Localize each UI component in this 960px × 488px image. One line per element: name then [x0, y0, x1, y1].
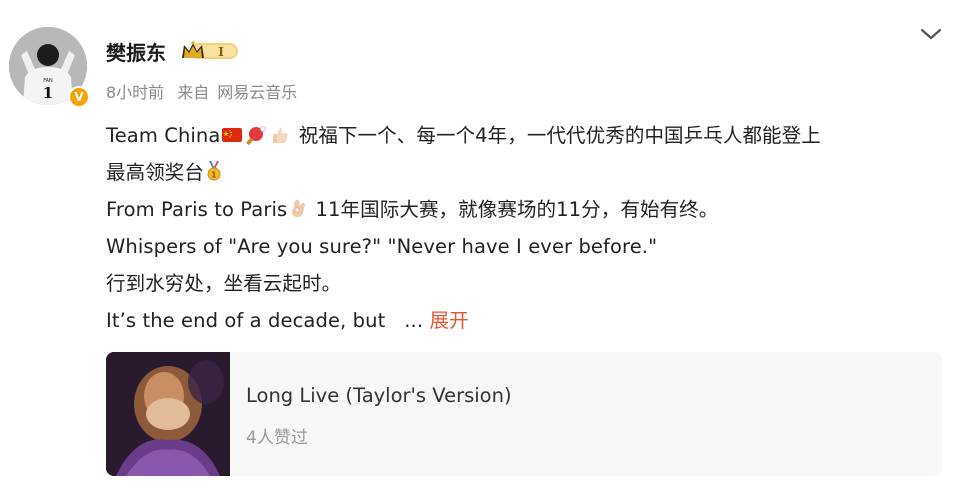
text-podium: 最高领奖台 — [106, 161, 205, 184]
post-time[interactable]: 8小时前 — [106, 83, 164, 102]
music-card[interactable]: Long Live (Taylor's Version) 4人赞过 — [106, 352, 942, 476]
song-likes: 4人赞过 — [246, 428, 308, 448]
post-text: Team China 祝福下一个、每一个4年，一代代优秀的中国乒乓人都能登上 最… — [106, 117, 942, 339]
text-line-2: 最高领奖台 1 — [106, 154, 942, 191]
text-line-1: Team China 祝福下一个、每一个4年，一代代优秀的中国乒乓人都能登上 — [106, 117, 942, 154]
post-meta: 8小时前 来自 网易云音乐 — [106, 79, 297, 103]
text-eleven-years: 11年国际大赛，就像赛场的11分，有始有终。 — [309, 198, 719, 221]
flag-china-icon — [222, 128, 243, 142]
svg-text:I: I — [218, 45, 224, 59]
ping-pong-icon — [246, 126, 267, 145]
svg-text:1: 1 — [43, 84, 53, 102]
verified-v-icon: V — [68, 86, 90, 108]
ok-hand-icon — [292, 199, 306, 218]
source-name[interactable]: 网易云音乐 — [217, 83, 297, 102]
thumbs-up-icon — [273, 127, 289, 143]
text-blessing: 祝福下一个、每一个4年，一代代优秀的中国乒乓人都能登上 — [292, 124, 821, 147]
chevron-down-icon[interactable] — [917, 24, 945, 44]
text-ellipsis: ... — [404, 309, 424, 332]
album-cover — [106, 352, 230, 476]
avatar[interactable]: FAN 1 V — [9, 27, 90, 108]
text-line-6: It’s the end of a decade, but ... 展开 — [106, 302, 942, 339]
text-team-china: Team China — [106, 124, 221, 147]
text-paris: From Paris to Paris — [106, 198, 288, 221]
medal-icon: 1 — [207, 161, 221, 181]
text-line-4: Whispers of "Are you sure?" "Never have … — [106, 235, 658, 258]
svg-text:1: 1 — [211, 171, 217, 180]
username[interactable]: 樊振东 — [106, 37, 166, 66]
song-title[interactable]: Long Live (Taylor's Version) — [246, 384, 512, 407]
expand-link[interactable]: 展开 — [429, 309, 468, 332]
weibo-post: FAN 1 V 樊振东 I 8小时前 来自 网易云音乐 Team China 祝… — [0, 0, 960, 488]
text-line-3: From Paris to Paris 11年国际大赛，就像赛场的11分，有始有… — [106, 191, 942, 228]
text-line-5: 行到水穷处，坐看云起时。 — [106, 272, 342, 295]
text-end-of-decade: It’s the end of a decade, but — [106, 309, 398, 332]
source-prefix: 来自 — [177, 83, 210, 102]
member-crown-badge[interactable]: I — [180, 38, 240, 62]
